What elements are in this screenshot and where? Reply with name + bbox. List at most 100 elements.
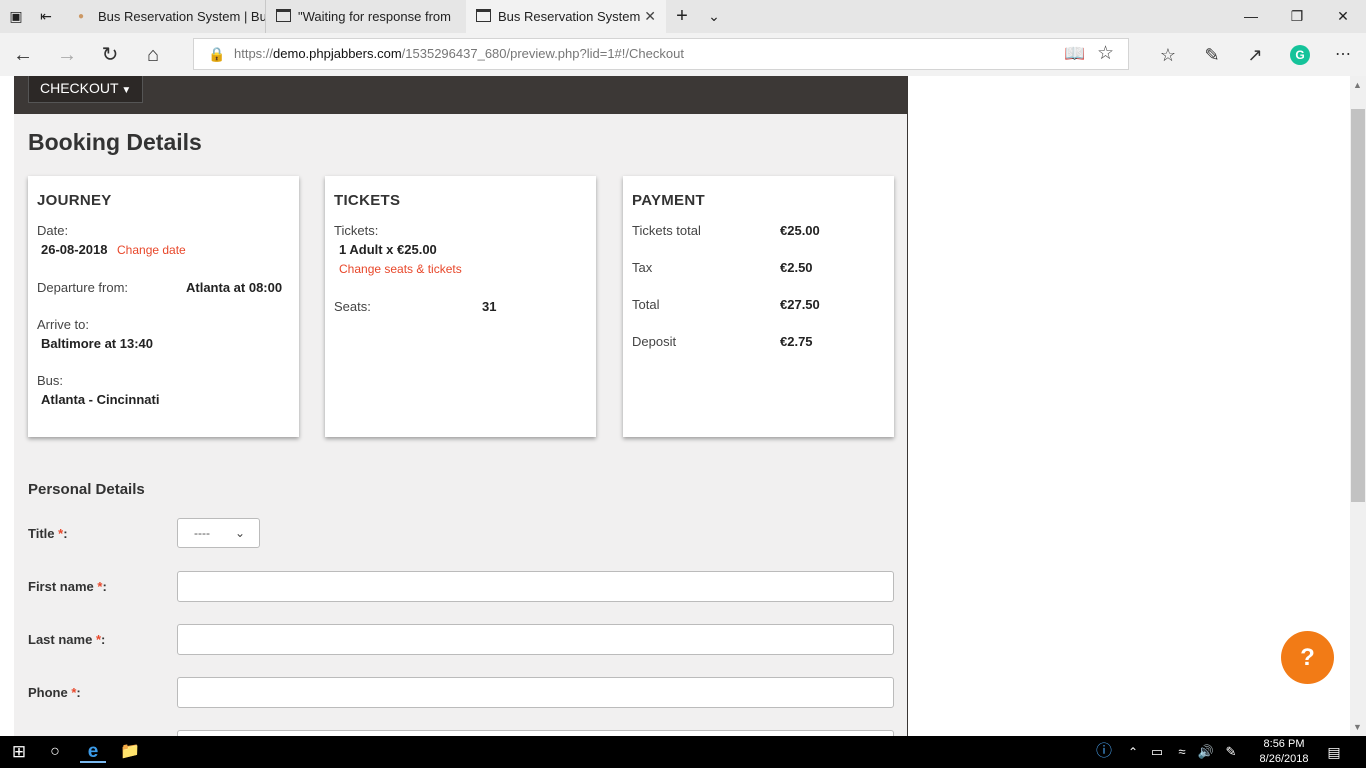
arrive-label: Arrive to:: [37, 317, 90, 332]
journey-heading: JOURNEY: [37, 192, 112, 209]
clock-time: 8:56 PM: [1263, 738, 1305, 750]
windows-start-icon[interactable]: ⊞: [8, 741, 30, 763]
scroll-thumb[interactable]: [1351, 109, 1365, 502]
last-name-input[interactable]: [177, 624, 894, 655]
web-content: CHECKOUT ▼ Booking Details JOURNEY Date:…: [0, 76, 1366, 736]
file-explorer-icon[interactable]: 📁: [118, 741, 142, 763]
volume-icon[interactable]: 🔊: [1197, 741, 1215, 763]
first-name-label: First name *:: [28, 579, 107, 594]
browser-navbar: ← → ↻ ⌂ 🔒 https://demo.phpjabbers.com/15…: [0, 33, 1366, 76]
page-title: Booking Details: [28, 129, 202, 155]
url-path: /1535296437_680/preview.php?lid=1#!/Chec…: [401, 46, 684, 61]
cortana-circle-icon[interactable]: ○: [44, 741, 66, 763]
change-seats-link[interactable]: Change seats & tickets: [339, 262, 462, 276]
colon: :: [101, 632, 106, 647]
tickets-value: 1 Adult x €25.00: [339, 242, 437, 257]
title-label: Title *:: [28, 526, 68, 541]
arrive-value: Baltimore at 13:40: [41, 336, 153, 351]
payment-row-value: €2.50: [780, 260, 813, 275]
address-bar[interactable]: 🔒 https://demo.phpjabbers.com/1535296437…: [193, 38, 1129, 70]
payment-row-value: €2.75: [780, 334, 813, 349]
colon: :: [76, 685, 81, 700]
set-aside-tabs-icon[interactable]: ⇤: [38, 8, 54, 24]
checkout-menu-button[interactable]: CHECKOUT ▼: [28, 76, 144, 103]
phone-input[interactable]: [177, 677, 894, 708]
checkout-label: CHECKOUT: [40, 80, 119, 96]
payment-row-label: Deposit: [632, 334, 677, 349]
payment-row-value: €27.50: [780, 297, 820, 312]
taskbar-clock[interactable]: 8:56 PM 8/26/2018: [1246, 737, 1322, 767]
change-date-link[interactable]: Change date: [117, 243, 186, 257]
booking-page: CHECKOUT ▼ Booking Details JOURNEY Date:…: [14, 76, 908, 736]
phone-label: Phone *:: [28, 685, 81, 700]
top-menu-bar: CHECKOUT ▼: [14, 76, 907, 114]
first-name-input[interactable]: [177, 571, 894, 602]
departure-label: Departure from:: [37, 280, 129, 295]
tab-preview-chevron-icon[interactable]: ⌄: [706, 8, 722, 24]
personal-details-title: Personal Details: [28, 481, 145, 498]
first-name-label-text: First name: [28, 579, 94, 594]
favorite-star-icon[interactable]: ☆: [1097, 42, 1114, 65]
reading-view-icon[interactable]: 📖: [1064, 44, 1085, 64]
wifi-icon[interactable]: ≈: [1173, 741, 1191, 763]
payment-card: PAYMENT Tickets total €25.00 Tax €2.50 T…: [623, 176, 894, 437]
close-window-icon[interactable]: ✕: [1320, 0, 1366, 33]
restore-icon[interactable]: ❐: [1274, 0, 1320, 33]
tab-title: Bus Reservation System | Bu: [98, 9, 266, 24]
tab-title: "Waiting for response from: [298, 9, 451, 24]
page-scrollbar[interactable]: ▲ ▼: [1350, 76, 1366, 736]
url-text[interactable]: https://demo.phpjabbers.com/1535296437_6…: [234, 39, 684, 69]
tickets-card: TICKETS Tickets: 1 Adult x €25.00 Change…: [325, 176, 596, 437]
web-notes-pen-icon[interactable]: ✎: [1199, 42, 1225, 68]
caret-down-icon: ▼: [118, 85, 132, 96]
tickets-label: Tickets:: [334, 223, 379, 238]
colon: :: [102, 579, 107, 594]
departure-value: Atlanta at 08:00: [186, 280, 283, 295]
tab-actions-icon[interactable]: ▣: [8, 8, 24, 24]
scroll-down-icon[interactable]: ▼: [1353, 722, 1362, 732]
phone-label-text: Phone: [28, 685, 68, 700]
tab-bus-reservation-1[interactable]: ● Bus Reservation System | Bu: [66, 0, 266, 33]
grammarly-extension-icon[interactable]: G: [1290, 45, 1310, 65]
tab-waiting-response[interactable]: "Waiting for response from: [266, 0, 466, 33]
page-icon: [276, 9, 291, 22]
date-label: Date:: [37, 223, 69, 238]
journey-card: JOURNEY Date: 26-08-2018 Change date Dep…: [28, 176, 299, 437]
last-name-label: Last name *:: [28, 632, 105, 647]
tab-bus-reservation-active[interactable]: Bus Reservation System ✕: [466, 0, 666, 33]
payment-heading: PAYMENT: [632, 192, 705, 209]
minimize-icon[interactable]: —: [1228, 0, 1274, 33]
edge-browser-icon[interactable]: e: [80, 741, 106, 763]
browser-titlebar: ▣ ⇤ ● Bus Reservation System | Bu "Waiti…: [0, 0, 1366, 33]
seats-label: Seats:: [334, 299, 371, 314]
site-favicon-icon: ●: [78, 11, 85, 22]
help-button[interactable]: ?: [1281, 631, 1334, 684]
url-host: demo.phpjabbers.com: [273, 46, 402, 61]
pen-workspace-icon[interactable]: ✎: [1222, 741, 1240, 763]
bus-value: Atlanta - Cincinnati: [41, 392, 160, 407]
show-hidden-icons-chevron-icon[interactable]: ⌃: [1125, 741, 1141, 763]
share-icon[interactable]: ↗: [1242, 42, 1268, 68]
more-options-icon[interactable]: ⋯: [1330, 42, 1356, 68]
favorites-hub-icon[interactable]: ☆: [1155, 42, 1181, 68]
payment-row-label: Tax: [632, 260, 653, 275]
home-icon[interactable]: ⌂: [140, 42, 166, 68]
title-select[interactable]: ---- ⌄: [177, 518, 260, 548]
lock-icon: 🔒: [208, 46, 226, 62]
seats-value: 31: [482, 299, 497, 314]
page-icon: [476, 9, 491, 22]
scroll-up-icon[interactable]: ▲: [1353, 80, 1362, 90]
chevron-down-icon: ⌄: [234, 526, 245, 540]
new-tab-icon[interactable]: +: [674, 6, 690, 26]
forward-arrow-icon[interactable]: →: [54, 42, 80, 68]
title-selected-value: ----: [194, 526, 210, 540]
action-center-icon[interactable]: ▤: [1324, 741, 1344, 763]
url-prefix: https://: [234, 46, 274, 61]
refresh-icon[interactable]: ↻: [97, 42, 123, 68]
date-value: 26-08-2018: [41, 242, 108, 257]
back-arrow-icon[interactable]: ←: [10, 42, 36, 68]
help-tray-icon[interactable]: ⓘ: [1093, 741, 1115, 763]
battery-icon[interactable]: ▭: [1148, 741, 1166, 763]
windows-taskbar: ⊞ ○ e 📁 ⓘ ⌃ ▭ ≈ 🔊 ✎ 8:56 PM 8/26/2018 ▤: [0, 736, 1366, 768]
close-tab-icon[interactable]: ✕: [644, 0, 656, 33]
